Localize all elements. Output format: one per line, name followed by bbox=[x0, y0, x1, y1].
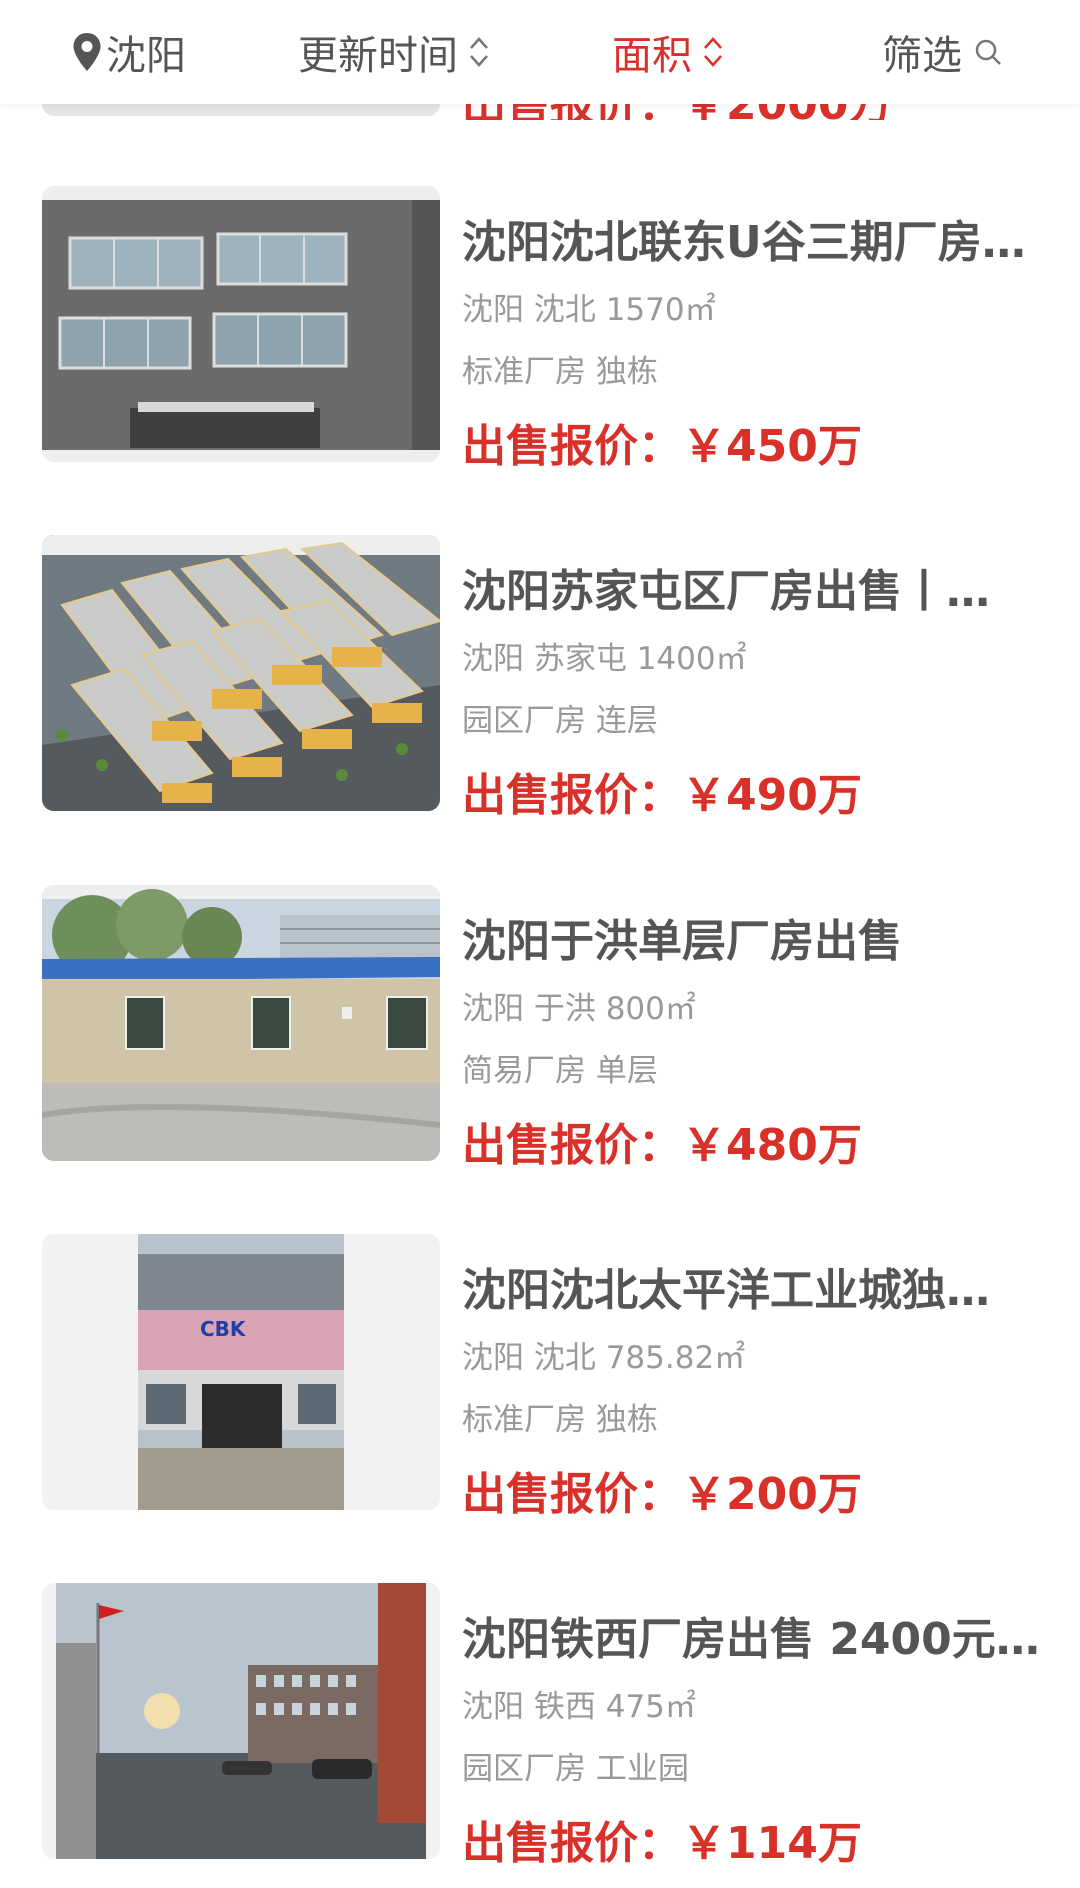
previous-listing-card[interactable]: 出售报价：￥2000万 bbox=[0, 104, 1080, 120]
listing-meta: 沈阳 沈北 1570㎡ bbox=[462, 292, 716, 328]
listing-card[interactable]: 沈阳沈北联东U谷三期厂房… 沈阳 沈北 1570㎡ 标准厂房 独栋 出售报价：￥… bbox=[0, 186, 1080, 476]
listing-title: 沈阳沈北太平洋工业城独… bbox=[462, 1265, 990, 1316]
listing-tags: 标准厂房 独栋 bbox=[462, 1402, 658, 1438]
listing-card[interactable]: 沈阳于洪单层厂房出售 沈阳 于洪 800㎡ 简易厂房 单层 出售报价：￥480万 bbox=[0, 885, 1080, 1175]
listing-tags: 园区厂房 连层 bbox=[462, 703, 658, 739]
listing-price: 出售报价：￥2000万 bbox=[462, 104, 892, 120]
location-filter[interactable]: 沈阳 bbox=[72, 0, 186, 104]
listing-tags: 简易厂房 单层 bbox=[462, 1053, 658, 1089]
listing-price: 出售报价：￥490万 bbox=[462, 770, 862, 821]
update-time-label: 更新时间 bbox=[298, 33, 458, 79]
photo-sign-text: CBK bbox=[200, 1317, 247, 1341]
listing-title: 沈阳苏家屯区厂房出售丨… bbox=[462, 566, 990, 617]
listing-title: 沈阳铁西厂房出售 2400元… bbox=[462, 1614, 1040, 1665]
filter-bar: 沈阳 更新时间 面积 筛选 bbox=[0, 0, 1080, 104]
listing-price: 出售报价：￥114万 bbox=[462, 1818, 862, 1869]
listing-meta: 沈阳 苏家屯 1400㎡ bbox=[462, 641, 747, 677]
location-label: 沈阳 bbox=[106, 33, 186, 79]
listing-price: 出售报价：￥200万 bbox=[462, 1469, 862, 1520]
listing-thumbnail bbox=[42, 1583, 440, 1859]
listing-thumbnail: CBK bbox=[42, 1234, 440, 1510]
sort-update-time[interactable]: 更新时间 bbox=[298, 0, 490, 104]
listing-meta: 沈阳 于洪 800㎡ bbox=[462, 991, 696, 1027]
listing-card[interactable]: 沈阳苏家屯区厂房出售丨… 沈阳 苏家屯 1400㎡ 园区厂房 连层 出售报价：￥… bbox=[0, 535, 1080, 825]
listing-tags: 园区厂房 工业园 bbox=[462, 1751, 689, 1787]
listing-thumbnail bbox=[42, 535, 440, 811]
listing-thumbnail bbox=[42, 186, 440, 462]
location-pin-icon bbox=[73, 33, 101, 71]
sort-updown-icon bbox=[470, 37, 488, 67]
listing-card[interactable]: 沈阳铁西厂房出售 2400元… 沈阳 铁西 475㎡ 园区厂房 工业园 出售报价… bbox=[0, 1583, 1080, 1873]
filter-label: 筛选 bbox=[882, 33, 962, 79]
listing-price: 出售报价：￥480万 bbox=[462, 1120, 862, 1171]
listing-card[interactable]: CBK 沈阳沈北太平洋工业城独… 沈阳 沈北 785.82㎡ 标准厂房 独栋 出… bbox=[0, 1234, 1080, 1524]
listing-thumbnail bbox=[42, 104, 440, 116]
listing-title: 沈阳于洪单层厂房出售 bbox=[462, 916, 902, 967]
listing-meta: 沈阳 铁西 475㎡ bbox=[462, 1689, 696, 1725]
listing-price: 出售报价：￥450万 bbox=[462, 421, 862, 472]
sort-area[interactable]: 面积 bbox=[612, 0, 724, 104]
listing-tags: 标准厂房 独栋 bbox=[462, 354, 658, 390]
sort-updown-icon bbox=[704, 37, 722, 67]
area-label: 面积 bbox=[612, 33, 692, 79]
listing-title: 沈阳沈北联东U谷三期厂房… bbox=[462, 217, 1026, 268]
filter-button[interactable]: 筛选 bbox=[882, 0, 1002, 104]
listing-meta: 沈阳 沈北 785.82㎡ bbox=[462, 1340, 746, 1376]
listing-thumbnail bbox=[42, 885, 440, 1161]
search-icon bbox=[975, 39, 1001, 65]
